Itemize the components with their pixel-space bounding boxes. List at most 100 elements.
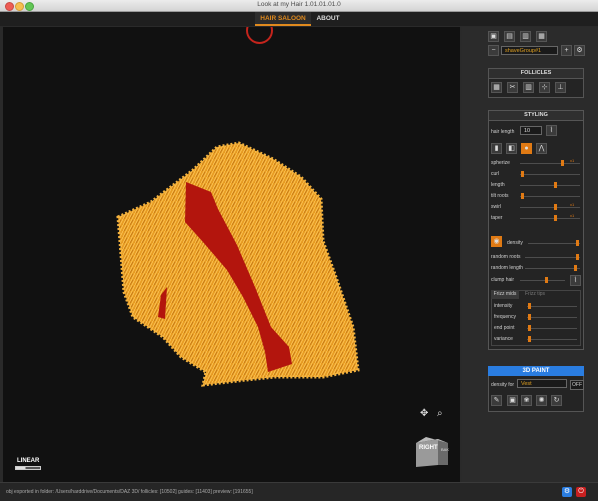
- slider-label-length: length: [491, 182, 505, 188]
- paint-title: 3D PAINT: [488, 366, 584, 376]
- random-roots-knob[interactable]: [575, 254, 579, 260]
- slider-knob-taper[interactable]: [554, 215, 558, 221]
- density-toggle-icon[interactable]: ◉: [491, 236, 502, 247]
- style-solid-icon[interactable]: ▮: [491, 143, 502, 154]
- tab-bar: HAIR SALOON ABOUT: [0, 12, 598, 26]
- view-mode-slider[interactable]: [15, 466, 41, 470]
- clump-options-icon[interactable]: ⌇: [570, 275, 581, 286]
- clump-hair-knob[interactable]: [545, 277, 549, 283]
- frizz-slider-variance[interactable]: [527, 339, 577, 340]
- hair-length-input[interactable]: 10: [520, 126, 542, 135]
- slider-swirl[interactable]: [520, 207, 580, 208]
- frizz-slider-end-point[interactable]: [527, 328, 577, 329]
- slider-tilt-roots[interactable]: [520, 196, 580, 197]
- density-slider[interactable]: [528, 243, 580, 244]
- frizz-knob-variance[interactable]: [527, 336, 531, 342]
- group-select[interactable]: shaveGroup#1: [501, 46, 558, 55]
- frizz-knob-end-point[interactable]: [527, 325, 531, 331]
- hair-length-label: hair length: [491, 129, 515, 135]
- settings-gear-icon[interactable]: ⚙: [562, 487, 572, 497]
- slider-label-tilt-roots: tilt roots: [491, 193, 509, 199]
- slider-taper[interactable]: [520, 218, 580, 219]
- slider-knob-length[interactable]: [554, 182, 558, 188]
- open-icon[interactable]: ▣: [488, 31, 499, 42]
- tab-about[interactable]: ABOUT: [313, 12, 343, 26]
- follicles-title: FOLLICLES: [489, 69, 583, 79]
- spray-icon[interactable]: ✺: [536, 395, 547, 406]
- random-roots-label: random roots: [491, 254, 521, 260]
- frizz-slider-intensity[interactable]: [527, 306, 577, 307]
- slider-multiplier[interactable]: x1: [570, 202, 574, 207]
- window-titlebar: Look at my Hair 1.01.01.01.0: [0, 0, 598, 12]
- random-roots-slider[interactable]: [525, 257, 580, 258]
- add-group-button[interactable]: +: [561, 45, 572, 56]
- frizz-label-end-point: end point: [494, 325, 515, 331]
- density-for-label: density for: [491, 382, 515, 388]
- status-bar: obj exported in folder: /Users/harddrive…: [0, 482, 598, 501]
- clump-hair-slider[interactable]: [520, 280, 565, 281]
- slider-knob-curl[interactable]: [521, 171, 525, 177]
- paint-toggle[interactable]: OFF: [570, 380, 584, 390]
- clump-hair-label: clump hair: [491, 277, 515, 283]
- follicles-section: FOLLICLES: [488, 68, 584, 98]
- slider-length[interactable]: [520, 185, 580, 186]
- density-for-select[interactable]: Vest: [517, 379, 567, 388]
- slider-label-spherize: spherize: [491, 160, 510, 166]
- hair-length-value: 10: [524, 128, 531, 134]
- import-icon[interactable]: ▤: [504, 31, 515, 42]
- slider-multiplier[interactable]: x1: [570, 158, 574, 163]
- settings-gear-icon[interactable]: ⚙: [574, 45, 585, 56]
- style-spread-icon[interactable]: ⋀: [536, 143, 547, 154]
- frizz-label-intensity: intensity: [494, 303, 513, 309]
- viewport-3d[interactable]: ✥ ⌕ RIGHT BAK LINEAR: [3, 27, 460, 482]
- density-label: density: [507, 240, 523, 246]
- density-slider-knob[interactable]: [576, 240, 580, 246]
- trash-icon[interactable]: ▣: [507, 395, 518, 406]
- style-round-icon[interactable]: ●: [521, 143, 532, 154]
- comb-icon[interactable]: ▥: [523, 82, 534, 93]
- zoom-icon[interactable]: ⌕: [437, 408, 443, 419]
- frizz-knob-frequency[interactable]: [527, 314, 531, 320]
- view-mode-label: LINEAR: [17, 458, 40, 464]
- view-cube-face-back: BAK: [441, 447, 450, 452]
- paw-icon[interactable]: ❀: [521, 395, 532, 406]
- random-length-label: random length: [491, 265, 523, 271]
- merge-icon[interactable]: ⊥: [555, 82, 566, 93]
- density-for-value: Vest: [521, 381, 532, 387]
- grid-icon[interactable]: ▦: [491, 82, 502, 93]
- random-length-knob[interactable]: [574, 265, 578, 271]
- move-icon[interactable]: ✥: [420, 408, 428, 419]
- slider-spherize[interactable]: [520, 163, 580, 164]
- slider-label-swirl: swirl: [491, 204, 501, 210]
- slider-label-taper: taper: [491, 215, 503, 221]
- save-icon[interactable]: ▦: [536, 31, 547, 42]
- frizz-knob-intensity[interactable]: [527, 303, 531, 309]
- slider-multiplier[interactable]: x1: [570, 213, 574, 218]
- paint-brush-icon[interactable]: ✎: [491, 395, 502, 406]
- refresh-icon[interactable]: ↻: [551, 395, 562, 406]
- view-cube[interactable]: [414, 435, 450, 469]
- tab-hair-saloon[interactable]: HAIR SALOON: [255, 12, 311, 26]
- frizz-label-variance: variance: [494, 336, 513, 342]
- frizz-slider-frequency[interactable]: [527, 317, 577, 318]
- style-half-icon[interactable]: ◧: [506, 143, 517, 154]
- view-cube-face-right: RIGHT: [419, 445, 438, 451]
- slider-knob-spherize[interactable]: [561, 160, 565, 166]
- slider-knob-tilt-roots[interactable]: [521, 193, 525, 199]
- tab-frizz-tips[interactable]: Frizz tips: [521, 290, 549, 299]
- power-icon[interactable]: ⏻: [576, 487, 586, 497]
- slider-knob-swirl[interactable]: [554, 204, 558, 210]
- group-select-value: shaveGroup#1: [505, 48, 542, 54]
- split-icon[interactable]: ⊹: [539, 82, 550, 93]
- cut-icon[interactable]: ✂: [507, 82, 518, 93]
- random-length-slider[interactable]: [525, 268, 580, 269]
- window-title: Look at my Hair 1.01.01.01.0: [257, 1, 341, 8]
- frizz-label-frequency: frequency: [494, 314, 516, 320]
- slider-curl[interactable]: [520, 174, 580, 175]
- comb-style-icon[interactable]: ⌇: [546, 125, 557, 136]
- export-icon[interactable]: ▥: [520, 31, 531, 42]
- hair-model: [116, 141, 360, 387]
- tab-frizz-mids[interactable]: Frizz mids: [491, 290, 519, 299]
- styling-title: STYLING: [489, 111, 583, 121]
- remove-group-button[interactable]: −: [488, 45, 499, 56]
